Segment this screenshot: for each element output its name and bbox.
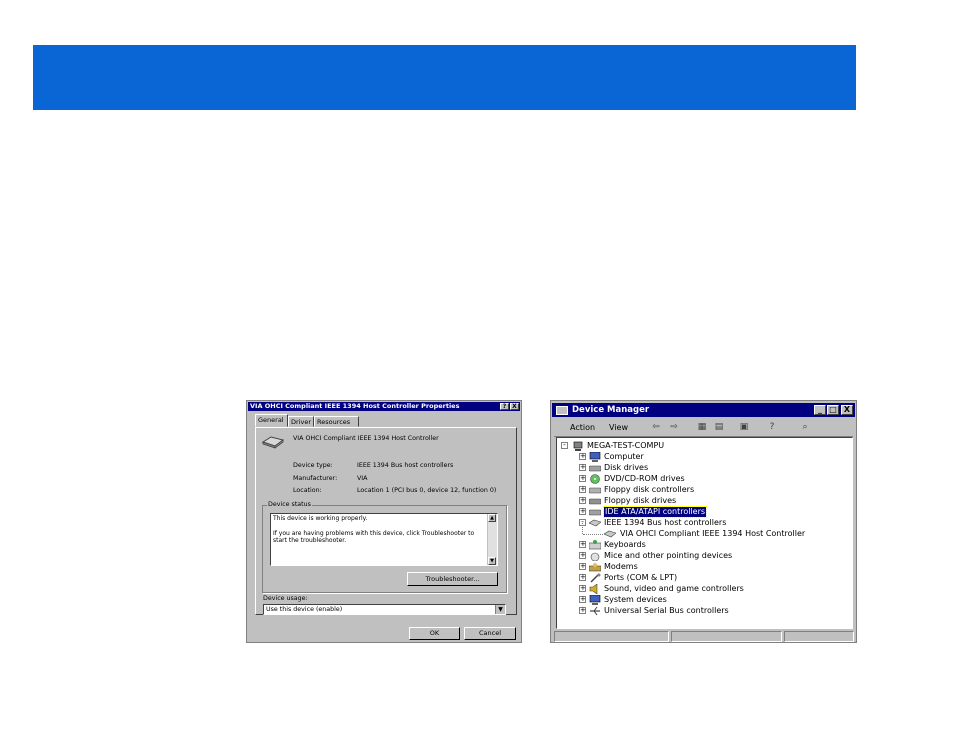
floppy-icon <box>588 496 602 506</box>
tab-driver[interactable]: Driver <box>288 416 314 427</box>
expand-icon[interactable]: + <box>579 563 586 570</box>
expand-icon[interactable]: + <box>579 475 586 482</box>
scroll-down-icon[interactable]: ▼ <box>488 557 496 565</box>
forward-arrow-icon[interactable]: ⇨ <box>667 421 681 434</box>
menu-action[interactable]: Action <box>570 421 595 434</box>
expand-icon[interactable]: + <box>579 453 586 460</box>
troubleshooter-button[interactable]: Troubleshooter... <box>407 572 498 586</box>
device-manager-window: Device Manager _ □ X Action View ⇦ ⇨ ▦ ▤… <box>550 400 857 643</box>
expand-icon[interactable]: + <box>579 552 586 559</box>
controller-icon <box>588 485 602 495</box>
tree-connector-line <box>583 534 603 535</box>
list-view-icon[interactable]: ▤ <box>712 421 726 434</box>
expand-icon[interactable]: + <box>579 541 586 548</box>
collapse-icon[interactable]: - <box>561 442 568 449</box>
disk-drive-icon <box>588 463 602 473</box>
status-line-3: start the troubleshooter. <box>273 537 347 544</box>
modem-icon <box>588 562 602 572</box>
manufacturer-value: VIA <box>357 475 368 482</box>
ieee1394-device-icon <box>603 529 617 539</box>
expand-icon[interactable]: + <box>579 596 586 603</box>
computer-root-icon <box>572 441 584 451</box>
status-pane-3 <box>784 631 854 642</box>
header-banner <box>33 45 856 110</box>
device-tree: - MEGA-TEST-COMPU + Computer + Disk driv… <box>556 437 853 629</box>
expand-icon[interactable]: + <box>579 574 586 581</box>
mouse-icon <box>589 551 601 562</box>
expand-icon[interactable]: + <box>579 508 586 515</box>
manufacturer-label: Manufacturer: <box>293 475 338 482</box>
location-label: Location: <box>293 487 322 494</box>
expand-icon[interactable]: + <box>579 464 586 471</box>
status-line-1: This device is working properly. <box>273 515 368 522</box>
scan-hardware-icon[interactable]: ⌕ <box>798 421 812 434</box>
device-name: VIA OHCI Compliant IEEE 1394 Host Contro… <box>293 435 439 442</box>
ide-controller-icon <box>588 507 602 517</box>
computer-icon <box>589 451 601 462</box>
tree-view-icon[interactable]: ▦ <box>695 421 709 434</box>
close-button[interactable]: X <box>841 405 853 415</box>
device-status-label: Device status <box>267 501 312 509</box>
device-manager-app-icon <box>556 406 568 415</box>
device-manager-title: Device Manager <box>572 405 650 415</box>
location-value: Location 1 (PCI bus 0, device 12, functi… <box>357 487 497 494</box>
properties-title: VIA OHCI Compliant IEEE 1394 Host Contro… <box>250 402 460 410</box>
device-usage-select[interactable]: Use this device (enable) ▼ <box>263 604 506 615</box>
keyboard-icon <box>588 540 602 550</box>
sound-icon <box>589 583 601 595</box>
expand-icon[interactable]: + <box>579 486 586 493</box>
device-type-value: IEEE 1394 Bus host controllers <box>357 462 454 469</box>
device-usage-label: Device usage: <box>263 595 308 602</box>
status-pane-2 <box>671 631 782 642</box>
expand-icon[interactable]: + <box>579 585 586 592</box>
menu-view[interactable]: View <box>609 421 628 434</box>
tab-general[interactable]: General <box>255 414 288 427</box>
cdrom-icon <box>589 474 601 484</box>
device-status-textbox: This device is working properly. If you … <box>270 513 498 566</box>
help-icon[interactable]: ? <box>765 421 779 434</box>
minimize-button[interactable]: _ <box>814 405 826 415</box>
device-usage-value: Use this device (enable) <box>266 606 343 613</box>
ok-button[interactable]: OK <box>409 627 460 640</box>
port-icon <box>589 573 601 583</box>
device-manager-toolbar: Action View ⇦ ⇨ ▦ ▤ ▣ ? ⌕ <box>554 419 853 437</box>
chevron-down-icon[interactable]: ▼ <box>495 605 505 614</box>
expand-icon[interactable]: + <box>579 497 586 504</box>
device-manager-title-bar: Device Manager _ □ X <box>552 403 855 417</box>
status-bar <box>554 631 854 642</box>
close-button[interactable]: X <box>510 403 519 410</box>
help-button[interactable]: ? <box>500 403 509 410</box>
properties-title-bar: VIA OHCI Compliant IEEE 1394 Host Contro… <box>248 402 520 411</box>
tab-resources[interactable]: Resources <box>314 416 359 427</box>
expand-icon[interactable]: + <box>579 607 586 614</box>
usb-icon <box>589 606 601 616</box>
properties-dialog: VIA OHCI Compliant IEEE 1394 Host Contro… <box>246 400 522 643</box>
status-scrollbar[interactable]: ▲ ▼ <box>487 514 497 565</box>
maximize-button[interactable]: □ <box>827 405 839 415</box>
properties-icon[interactable]: ▣ <box>737 421 751 434</box>
ieee1394-icon <box>588 518 602 528</box>
status-pane-1 <box>554 631 669 642</box>
ieee1394-device-icon <box>262 436 284 449</box>
system-device-icon <box>589 594 601 605</box>
back-arrow-icon[interactable]: ⇦ <box>649 421 663 434</box>
tree-connector-line <box>582 523 584 534</box>
cancel-button[interactable]: Cancel <box>464 627 516 640</box>
scroll-up-icon[interactable]: ▲ <box>488 514 496 522</box>
device-type-label: Device type: <box>293 462 333 469</box>
